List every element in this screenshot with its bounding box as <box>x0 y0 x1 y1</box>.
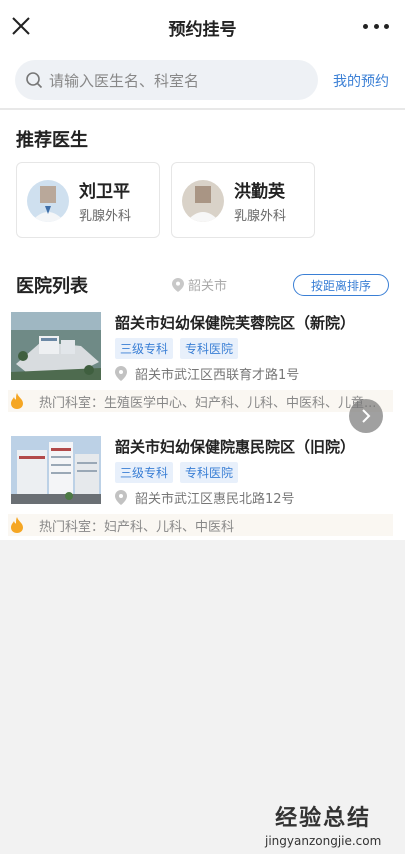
hot-departments-text: 热门科室：生殖医学中心、妇产科、儿科、中医科、儿童... <box>39 395 377 411</box>
hospital-name: 韶关市妇幼保健院芙蓉院区（新院） <box>115 314 356 332</box>
search-row: 请输入医生名、科室名 我的预约 <box>0 54 405 108</box>
hot-flame-icon <box>11 393 23 409</box>
hospital-tag: 三级专科 <box>115 462 174 483</box>
hot-departments: 热门科室：妇产科、儿科、中医科 <box>8 514 393 536</box>
hospital-tag: 专科医院 <box>180 462 239 483</box>
location-pin-icon <box>115 366 127 381</box>
location-pin-icon <box>115 490 127 505</box>
doctor-dept: 乳腺外科 <box>234 209 287 224</box>
chevron-right-icon <box>362 409 371 423</box>
search-placeholder: 请输入医生名、科室名 <box>49 71 200 90</box>
main-content: 推荐医生 刘卫平 乳腺外科 洪勤英 乳腺外科 医院列表 韶关市 按距离排序 韶关… <box>0 110 405 540</box>
close-icon[interactable] <box>10 15 32 37</box>
watermark-en: jingyanzongjie.com <box>265 834 382 848</box>
sort-by-distance-button[interactable]: 按距离排序 <box>293 274 389 296</box>
watermark: 经验总结 jingyanzongjie.com <box>265 800 381 848</box>
doctor-avatar <box>182 180 224 222</box>
location-pin-icon <box>172 277 184 292</box>
recommended-doctors-title: 推荐医生 <box>16 130 88 151</box>
more-dots-icon[interactable] <box>363 16 389 36</box>
search-input[interactable]: 请输入医生名、科室名 <box>15 60 318 100</box>
hospital-tag: 专科医院 <box>180 338 239 359</box>
my-appointments-link[interactable]: 我的预约 <box>333 71 389 91</box>
doctor-name: 洪勤英 <box>234 182 285 202</box>
doctor-name: 刘卫平 <box>79 182 130 202</box>
page-title: 预约挂号 <box>168 19 237 40</box>
doctor-card[interactable]: 洪勤英 乳腺外科 <box>171 162 315 238</box>
watermark-cn: 经验总结 <box>275 806 372 831</box>
hospital-thumbnail <box>11 436 101 504</box>
hospital-tags: 三级专科 专科医院 <box>115 338 245 359</box>
hospital-address: 韶关市武江区惠民北路12号 <box>115 488 295 507</box>
location-label: 韶关市 <box>188 279 228 294</box>
next-arrow-button[interactable] <box>349 399 383 433</box>
doctor-dept: 乳腺外科 <box>79 209 132 224</box>
hot-flame-icon <box>11 517 23 533</box>
hospital-name: 韶关市妇幼保健院惠民院区（旧院） <box>115 438 356 456</box>
search-icon <box>26 72 43 89</box>
doctor-card[interactable]: 刘卫平 乳腺外科 <box>16 162 160 238</box>
hospital-address: 韶关市武江区西联育才路1号 <box>115 364 299 383</box>
hot-departments: 热门科室：生殖医学中心、妇产科、儿科、中医科、儿童... <box>8 390 393 412</box>
doctor-avatar <box>27 180 69 222</box>
hospital-address-text: 韶关市武江区惠民北路12号 <box>135 492 295 507</box>
location-selector[interactable]: 韶关市 <box>172 275 227 294</box>
hospital-list-title: 医院列表 <box>16 276 88 297</box>
hospital-item[interactable]: 韶关市妇幼保健院芙蓉院区（新院） 三级专科 专科医院 韶关市武江区西联育才路1号… <box>0 312 405 440</box>
hospital-tag: 三级专科 <box>115 338 174 359</box>
top-bar: 预约挂号 <box>0 0 405 54</box>
hospital-tags: 三级专科 专科医院 <box>115 462 245 483</box>
hospital-thumbnail <box>11 312 101 380</box>
hospital-address-text: 韶关市武江区西联育才路1号 <box>135 368 300 383</box>
hot-departments-text: 热门科室：妇产科、儿科、中医科 <box>39 519 235 535</box>
